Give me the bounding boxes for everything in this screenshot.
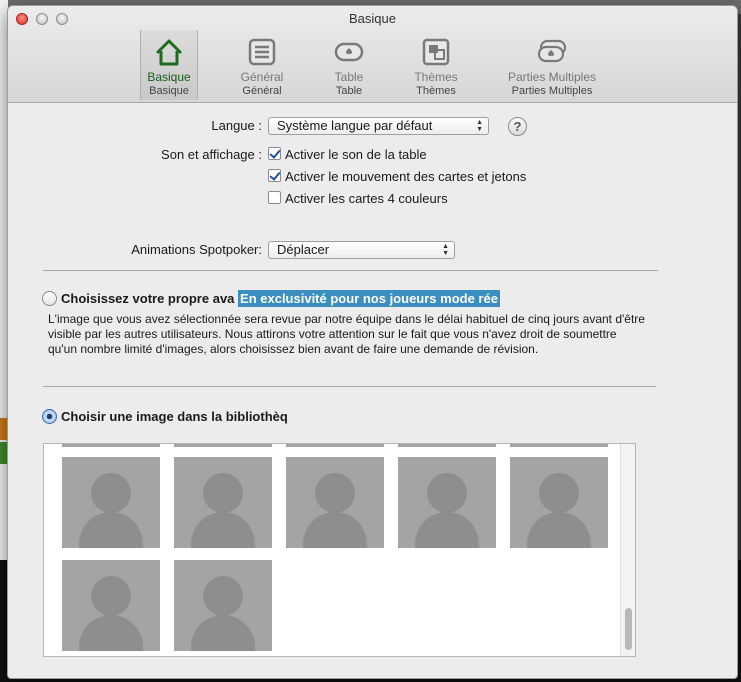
poker-table-icon bbox=[334, 42, 364, 62]
tab-label: Parties Multiples bbox=[507, 70, 597, 84]
toolbar: Basique Basique Basique Général Général bbox=[8, 6, 737, 103]
themes-icon bbox=[422, 38, 450, 66]
tab-general[interactable]: Général Général bbox=[230, 30, 294, 100]
own-avatar-label: Choisissez votre propre ava bbox=[61, 291, 235, 306]
scrollbar-thumb[interactable] bbox=[625, 608, 632, 650]
tab-label: Basique bbox=[147, 70, 191, 84]
checkbox-card-movement[interactable] bbox=[268, 169, 281, 182]
avatar-library-grid bbox=[43, 443, 636, 657]
tab-basique[interactable]: Basique Basique bbox=[140, 30, 198, 100]
radio-library-avatar-label[interactable]: Choisir une image dans la bibliothèq bbox=[61, 409, 288, 424]
tab-label: Table bbox=[334, 70, 364, 84]
tab-label: Général bbox=[240, 70, 284, 84]
tab-label: Thèmes bbox=[414, 70, 458, 84]
thumbnail-row-edge bbox=[510, 444, 608, 447]
animations-select-value: Déplacer bbox=[277, 242, 330, 257]
own-avatar-description: L'image que vous avez sélectionnée sera … bbox=[48, 312, 645, 356]
animations-select[interactable]: Déplacer ▲ ▼ bbox=[268, 241, 455, 259]
checkbox-table-sound-label[interactable]: Activer le son de la table bbox=[285, 147, 427, 162]
avatar-thumbnail[interactable] bbox=[174, 457, 272, 548]
avatar-thumbnail[interactable] bbox=[398, 457, 496, 548]
tab-themes[interactable]: Thèmes Thèmes bbox=[404, 30, 468, 100]
tab-sublabel: Général bbox=[242, 85, 282, 97]
person-silhouette-icon bbox=[203, 473, 243, 513]
avatar-thumbnail[interactable] bbox=[62, 560, 160, 651]
multi-tables-icon bbox=[537, 39, 567, 63]
tab-table[interactable]: Table Table bbox=[320, 30, 378, 100]
background-green-block bbox=[0, 442, 8, 464]
thumbnail-row-edge bbox=[62, 444, 160, 447]
checkbox-four-colors[interactable] bbox=[268, 191, 281, 204]
checkbox-four-colors-label[interactable]: Activer les cartes 4 couleurs bbox=[285, 191, 448, 206]
person-silhouette-icon bbox=[315, 473, 355, 513]
person-silhouette-icon bbox=[91, 473, 131, 513]
language-select-value: Système langue par défaut bbox=[277, 118, 433, 133]
radio-own-avatar[interactable] bbox=[42, 291, 57, 306]
tab-parties-multiples[interactable]: Parties Multiples Parties Multiples bbox=[504, 30, 600, 100]
tab-sublabel: Table bbox=[335, 85, 363, 97]
avatar-thumbnail[interactable] bbox=[174, 560, 272, 651]
home-icon bbox=[156, 39, 182, 66]
tab-sublabel: Thèmes bbox=[416, 85, 456, 97]
person-silhouette-icon bbox=[91, 576, 131, 616]
avatar-thumbnail[interactable] bbox=[286, 457, 384, 548]
thumbnail-row-edge bbox=[286, 444, 384, 447]
person-silhouette-icon bbox=[539, 473, 579, 513]
list-icon bbox=[248, 38, 276, 66]
divider bbox=[43, 386, 656, 387]
avatar-thumbnail[interactable] bbox=[510, 457, 608, 548]
tab-sublabel: Basique bbox=[149, 85, 189, 97]
thumbnail-row-edge bbox=[174, 444, 272, 447]
window-title: Basique bbox=[349, 11, 396, 26]
preferences-window: Basique Basique Basique Général Général bbox=[8, 6, 737, 678]
radio-library-avatar[interactable] bbox=[42, 409, 57, 424]
sound-label: Son et affichage : bbox=[161, 147, 262, 162]
checkbox-table-sound[interactable] bbox=[268, 147, 281, 160]
person-silhouette-icon bbox=[427, 473, 467, 513]
radio-own-avatar-label[interactable]: Choisissez votre propre ava En exclusivi… bbox=[61, 290, 500, 307]
select-arrows-icon: ▲ ▼ bbox=[476, 119, 483, 133]
exclusive-highlight: En exclusivité pour nos joueurs mode rée bbox=[238, 290, 500, 307]
help-button[interactable]: ? bbox=[508, 117, 527, 136]
person-silhouette-icon bbox=[203, 576, 243, 616]
language-label: Langue : bbox=[211, 118, 262, 133]
select-arrows-icon: ▲ ▼ bbox=[442, 243, 449, 257]
language-select[interactable]: Système langue par défaut ▲ ▼ bbox=[268, 117, 489, 135]
checkbox-card-movement-label[interactable]: Activer le mouvement des cartes et jeton… bbox=[285, 169, 526, 184]
divider bbox=[43, 270, 658, 271]
gallery-scrollbar[interactable] bbox=[620, 444, 635, 656]
thumbnail-row-edge bbox=[398, 444, 496, 447]
background-orange-block bbox=[0, 418, 8, 440]
tab-sublabel: Parties Multiples bbox=[511, 85, 593, 97]
avatar-thumbnail[interactable] bbox=[62, 457, 160, 548]
animations-label: Animations Spotpoker: bbox=[131, 242, 262, 257]
